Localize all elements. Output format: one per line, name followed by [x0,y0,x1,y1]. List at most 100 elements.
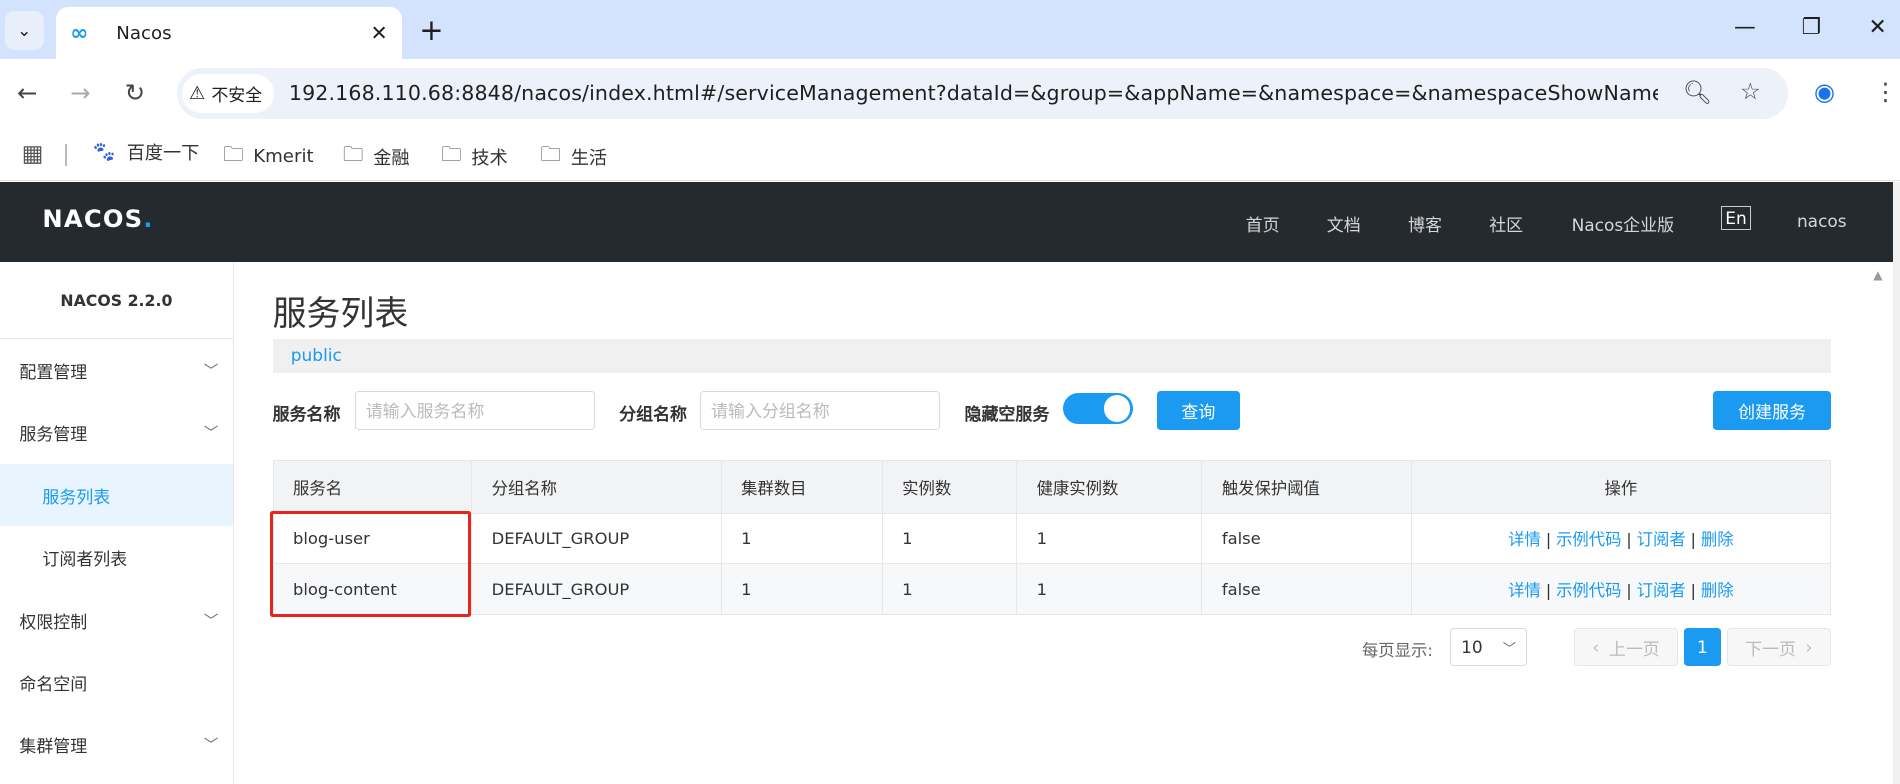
chevron-down-icon: ﹀ [1502,641,1517,657]
namespace-bar: public [272,339,1831,374]
chevron-down-icon: ⌄ [17,20,32,41]
op-separator: | [1690,530,1697,550]
bookmark-tech[interactable]: 🗀 技术 [441,139,508,174]
nacos-favicon-icon: ∞ [70,20,89,46]
logo-dot: . [143,204,154,233]
delete-link[interactable]: 删除 [1701,530,1734,549]
page-size-select[interactable]: 10 ﹀ [1450,627,1527,667]
restore-icon[interactable]: ❐ [1802,15,1822,40]
folder-icon: 🗀 [342,142,364,167]
chevron-down-icon: ﹀ [203,613,219,630]
sidebar-item-service-mgmt[interactable]: 服务管理 ﹀ [0,402,233,464]
forward-icon[interactable]: → [70,79,90,107]
logo-text: NACOS [42,204,144,233]
op-separator: | [1690,581,1697,601]
baidu-paw-icon: 🐾︎ [90,139,117,164]
bookmark-baidu[interactable]: 🐾︎ 百度一下 [91,139,199,165]
page-number-current[interactable]: 1 [1684,627,1721,667]
tab-search-button[interactable]: ⌄ [4,10,44,50]
sidebar-item-service-list[interactable]: 服务列表 [0,464,233,527]
cell-service-name: blog-content [272,563,473,616]
sidebar-item-auth[interactable]: 权限控制 ﹀ [0,589,233,651]
nav-home[interactable]: 首页 [1246,211,1280,236]
subscribers-link[interactable]: 订阅者 [1637,581,1686,600]
page-scrollbar[interactable] [1892,181,1900,784]
service-name-input[interactable] [355,391,595,431]
detail-link[interactable]: 详情 [1508,530,1541,549]
sidebar-item-label: 配置管理 [19,361,88,382]
language-switch[interactable]: En [1720,205,1752,231]
hide-empty-toggle[interactable] [1062,392,1133,425]
sidebar-item-cluster[interactable]: 集群管理 ﹀ [0,714,233,776]
scroll-up-arrow-icon[interactable]: ▲ [1873,268,1882,282]
sidebar-item-label: 服务列表 [42,486,111,507]
col-instance-count: 实例数 [881,460,1018,514]
sidebar-item-label: 服务管理 [19,424,88,445]
toggle-knob [1103,394,1131,422]
create-service-button[interactable]: 创建服务 [1713,391,1831,431]
user-menu[interactable]: nacos [1797,211,1847,231]
bookmark-life[interactable]: 🗀 生活 [540,139,607,174]
nav-enterprise[interactable]: Nacos企业版 [1572,211,1674,236]
namespace-link[interactable]: public [291,345,342,365]
browser-tab[interactable]: ∞ Nacos ✕ [55,7,403,60]
chevron-right-icon: › [1805,637,1813,658]
minimize-icon[interactable]: — [1734,15,1756,40]
bookmark-separator [65,144,67,166]
page-title: 服务列表 [272,293,409,333]
table-header-row: 服务名 分组名称 集群数目 实例数 健康实例数 触发保护阈值 操作 [272,460,1831,514]
back-icon[interactable]: ← [17,79,37,107]
folder-icon: 🗀 [540,142,561,167]
bookmark-kmerit[interactable]: 🗀 Kmerit [223,139,314,174]
col-operations: 操作 [1410,460,1831,514]
bookmark-finance[interactable]: 🗀 金融 [343,139,410,174]
reload-icon[interactable]: ↻ [125,79,145,107]
subscribers-link[interactable]: 订阅者 [1637,530,1686,549]
group-name-input[interactable] [700,391,941,431]
query-button[interactable]: 查询 [1157,391,1240,431]
col-protect-threshold: 触发保护阈值 [1201,460,1412,514]
profile-icon[interactable]: ◉ [1814,78,1835,106]
detail-link[interactable]: 详情 [1508,581,1541,600]
bookmark-label: 百度一下 [126,143,200,165]
sample-code-link[interactable]: 示例代码 [1556,530,1621,549]
nacos-logo[interactable]: NACOS. [42,205,153,233]
delete-link[interactable]: 删除 [1701,581,1734,600]
page-size-value: 10 [1461,637,1483,658]
op-separator: | [1545,581,1552,601]
nav-community[interactable]: 社区 [1489,211,1523,236]
menu-icon[interactable]: ⋮ [1873,78,1897,106]
browser-tab-bar: ⌄ ∞ Nacos ✕ + — ❐ ✕ [0,0,1900,60]
apps-grid-icon[interactable]: ▦ [22,141,44,167]
chevron-down-icon: ﹀ [203,738,219,755]
filter-row: 服务名称 分组名称 隐藏空服务 查询 创建服务 [273,391,1831,431]
bookmark-label: 金融 [373,147,410,169]
col-group-name: 分组名称 [471,460,722,514]
new-tab-icon[interactable]: + [419,13,443,47]
col-service-name: 服务名 [272,460,473,514]
op-separator: | [1545,530,1552,550]
nav-docs[interactable]: 文档 [1327,211,1361,236]
cell-group-name: DEFAULT_GROUP [471,563,722,616]
chevron-left-icon: ‹ [1592,637,1600,658]
prev-page-button[interactable]: ‹ 上一页 [1573,627,1679,667]
warning-icon: ⚠ [189,82,206,104]
sidebar-item-subscribers[interactable]: 订阅者列表 [0,526,233,588]
security-indicator[interactable]: ⚠ 不安全 [181,73,275,113]
bookmark-star-icon[interactable]: ☆ [1740,79,1761,105]
next-page-button[interactable]: 下一页 › [1726,627,1831,667]
sample-code-link[interactable]: 示例代码 [1556,581,1621,600]
sidebar-item-namespace[interactable]: 命名空间 [0,651,233,713]
nav-blog[interactable]: 博客 [1408,211,1442,236]
bookmarks-bar: ▦ 🐾︎ 百度一下 🗀 Kmerit 🗀 金融 🗀 技术 🗀 生活 [0,129,1900,181]
page-size-label: 每页显示: [1361,641,1433,661]
sidebar: NACOS 2.2.0 配置管理 ﹀ 服务管理 ﹀ 服务列表 订阅者列表 权限控… [0,261,234,784]
bookmark-label: 技术 [471,147,508,169]
sidebar-item-config[interactable]: 配置管理 ﹀ [0,339,233,401]
close-window-icon[interactable]: ✕ [1868,15,1886,40]
address-bar[interactable]: ⚠ 不安全 192.168.110.68:8848/nacos/index.ht… [176,67,1789,119]
folder-icon: 🗀 [222,142,244,167]
close-tab-icon[interactable]: ✕ [370,21,387,45]
url-text[interactable]: 192.168.110.68:8848/nacos/index.html#/se… [289,81,1658,105]
zoom-icon[interactable]: 🔍︎ [1683,79,1712,106]
